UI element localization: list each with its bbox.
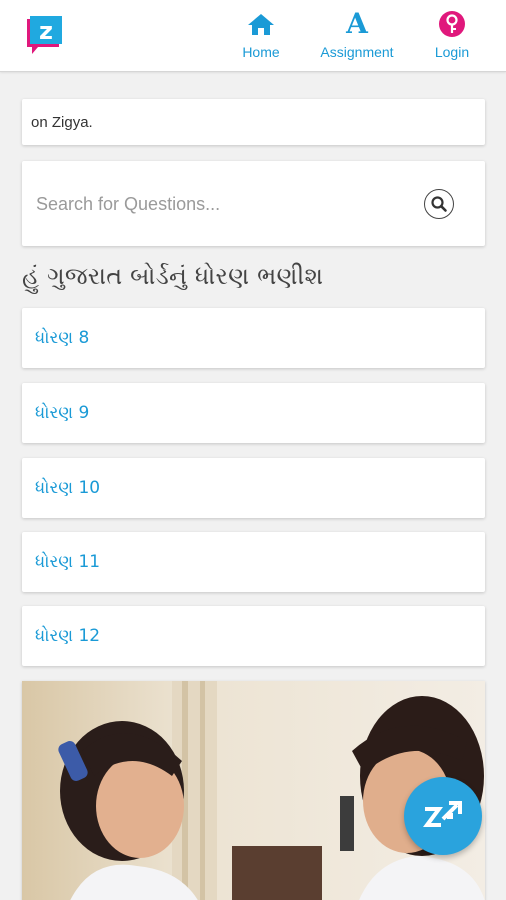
search-input[interactable]: [36, 189, 396, 219]
grade-label: ધોરણ 8: [35, 328, 90, 348]
grade-label: ધોરણ 9: [35, 403, 90, 423]
zigya-fab-button[interactable]: [404, 777, 482, 855]
grade-item-10[interactable]: ધોરણ 10: [22, 458, 485, 518]
grade-item-9[interactable]: ધોરણ 9: [22, 383, 485, 443]
nav-home[interactable]: Home: [237, 10, 285, 64]
grade-label: ધોરણ 12: [35, 626, 101, 646]
notice-card: on Zigya.: [22, 99, 485, 145]
nav-home-label: Home: [242, 44, 280, 60]
nav-login[interactable]: Login: [428, 10, 476, 64]
search-button[interactable]: [424, 189, 454, 219]
grade-item-11[interactable]: ધોરણ 11: [22, 532, 485, 592]
search-icon: [431, 196, 447, 212]
assignment-icon: A: [346, 7, 368, 40]
app-header: z Home A Assignment Login: [0, 0, 506, 72]
svg-text:z: z: [39, 17, 53, 45]
grade-label: ધોરણ 11: [35, 552, 101, 572]
grade-item-12[interactable]: ધોરણ 12: [22, 606, 485, 666]
notice-text: on Zigya.: [31, 114, 93, 131]
nav-assignment[interactable]: A Assignment: [312, 10, 402, 64]
home-icon: [247, 10, 275, 38]
nav-assignment-label: Assignment: [320, 44, 394, 60]
grade-item-8[interactable]: ધોરણ 8: [22, 308, 485, 368]
key-icon: [438, 10, 466, 38]
grade-label: ધોરણ 10: [35, 478, 101, 498]
nav-login-label: Login: [434, 44, 470, 60]
zigya-fab-icon: [423, 801, 462, 827]
zigya-logo[interactable]: z: [24, 16, 62, 56]
section-heading: હું ગુજરાત બોર્ડનું ધોરણ ભણીશ: [22, 262, 324, 290]
search-card: [22, 161, 485, 246]
